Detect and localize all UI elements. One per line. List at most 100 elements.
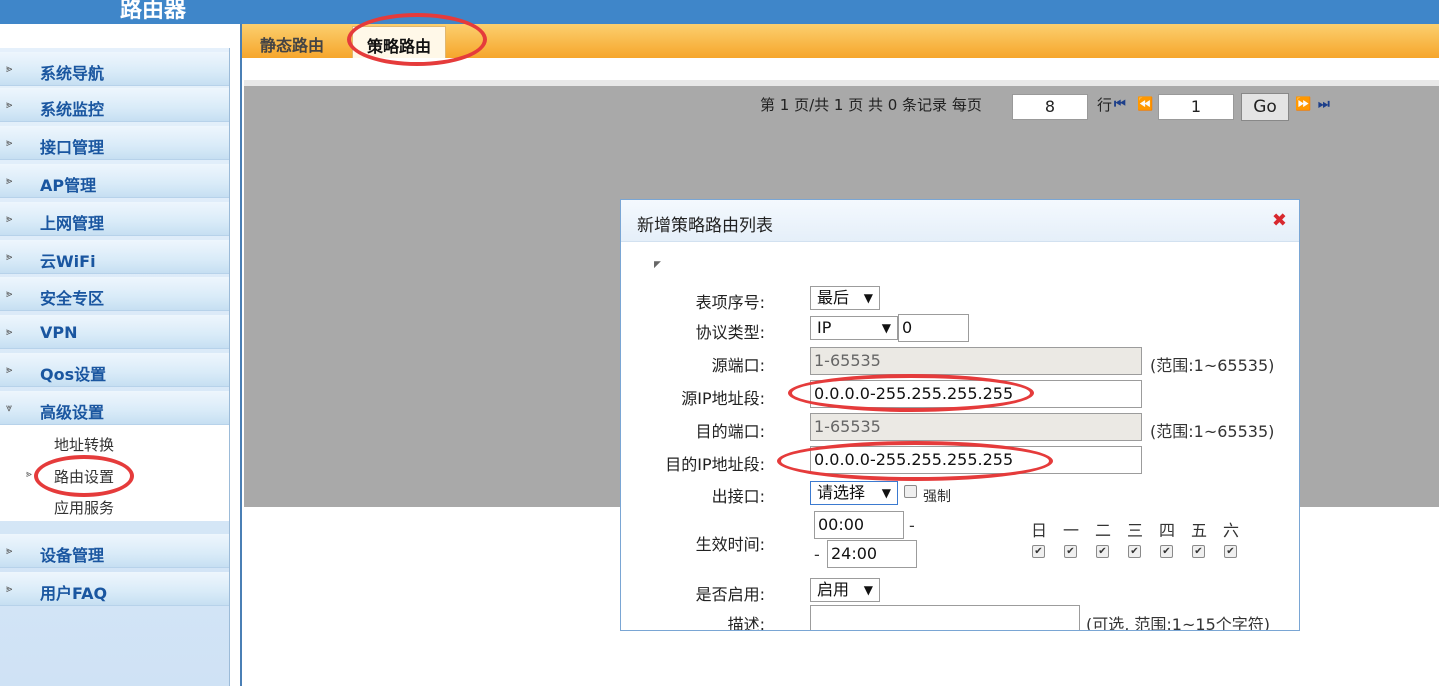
sidebar-item-label: Qos设置 bbox=[40, 365, 107, 384]
dialog-header: 新增策略路由列表 ✖ bbox=[621, 200, 1299, 242]
sidebar-item-label: 安全专区 bbox=[40, 289, 105, 308]
chevron-down-icon: ▼ bbox=[863, 291, 873, 305]
sidebar-subitem-nat[interactable]: 地址转换 bbox=[54, 434, 114, 455]
dst-ip-label: 目的IP地址段: bbox=[665, 455, 765, 474]
time-end-input[interactable]: 24:00 bbox=[827, 540, 917, 568]
sidebar-item-cloud-wifi[interactable]: ⪢ 云WiFi bbox=[0, 240, 229, 274]
src-port-label: 源端口: bbox=[711, 356, 765, 375]
highlight-oval-dst-ip bbox=[777, 441, 1053, 481]
sidebar-top-spacer bbox=[0, 24, 230, 48]
day-checkbox-mon[interactable]: ✔ bbox=[1064, 545, 1077, 558]
sidebar-item-label: VPN bbox=[40, 323, 78, 342]
highlight-oval-src-ip bbox=[788, 374, 1034, 412]
src-port-input[interactable]: 1-65535 bbox=[810, 347, 1142, 375]
chevron-down-icon: ▼ bbox=[881, 486, 891, 500]
dialog-title: 新增策略路由列表 bbox=[637, 216, 773, 236]
sidebar-item-ap[interactable]: ⪢ AP管理 bbox=[0, 164, 229, 198]
src-port-note: (范围:1~65535) bbox=[1150, 356, 1275, 375]
time-label: 生效时间: bbox=[695, 535, 765, 554]
protocol-select[interactable]: IP ▼ bbox=[810, 316, 898, 340]
sidebar-item-monitor[interactable]: ⪢ 系统监控 bbox=[0, 88, 229, 122]
force-label: 强制 bbox=[923, 489, 951, 505]
day-label-fri: 五 bbox=[1191, 521, 1208, 540]
sidebar-item-security[interactable]: ⪢ 安全专区 bbox=[0, 277, 229, 311]
day-checkbox-sat[interactable]: ✔ bbox=[1224, 545, 1237, 558]
time-dash-2: - bbox=[814, 545, 820, 564]
go-button[interactable]: Go bbox=[1241, 93, 1289, 121]
day-checkbox-tue[interactable]: ✔ bbox=[1096, 545, 1109, 558]
sidebar-item-label: 上网管理 bbox=[40, 214, 105, 233]
content-divider bbox=[240, 24, 242, 686]
out-interface-label: 出接口: bbox=[711, 487, 765, 506]
chevron-down-icon: ▼ bbox=[863, 583, 873, 597]
sidebar-item-label: 高级设置 bbox=[40, 403, 105, 422]
index-label: 表项序号: bbox=[695, 293, 765, 312]
highlight-oval-tab bbox=[347, 13, 487, 66]
pager-summary: 第 1 页/共 1 页 共 0 条记录 每页 bbox=[760, 96, 982, 114]
add-policy-route-dialog: 新增策略路由列表 ✖ ◤ 表项序号: 最后 ▼ 协议类型: IP ▼ 0 源端口… bbox=[620, 199, 1300, 631]
sidebar-item-advanced[interactable]: ⩔ 高级设置 bbox=[0, 391, 229, 425]
row-label: 行 bbox=[1097, 96, 1113, 114]
day-label-wed: 三 bbox=[1127, 521, 1144, 540]
sidebar-item-label: 设备管理 bbox=[40, 546, 105, 565]
expanded-arrow-icon: ⩔ bbox=[6, 401, 13, 414]
day-checkbox-thu[interactable]: ✔ bbox=[1160, 545, 1173, 558]
force-checkbox[interactable] bbox=[904, 485, 917, 498]
index-select[interactable]: 最后 ▼ bbox=[810, 286, 880, 310]
app-title: 路由器 bbox=[120, 0, 187, 23]
enable-select-value: 启用 bbox=[817, 580, 850, 599]
top-bar: 路由器 bbox=[0, 0, 1439, 24]
last-page-icon[interactable]: ⏭ bbox=[1318, 97, 1330, 112]
desc-label: 描述: bbox=[727, 615, 765, 631]
index-select-value: 最后 bbox=[817, 288, 850, 307]
tab-static-route[interactable]: 静态路由 bbox=[246, 26, 338, 58]
protocol-number-input[interactable]: 0 bbox=[898, 314, 969, 342]
close-icon[interactable]: ✖ bbox=[1272, 210, 1287, 231]
collapsed-arrow-icon: ⪢ bbox=[6, 98, 13, 111]
sidebar-item-label: 用户FAQ bbox=[40, 584, 108, 603]
page-number-input[interactable]: 1 bbox=[1158, 94, 1234, 120]
out-interface-value: 请选择 bbox=[817, 483, 866, 502]
enable-label: 是否启用: bbox=[695, 585, 765, 604]
sidebar-item-vpn[interactable]: ⪢ VPN bbox=[0, 315, 229, 349]
chevron-down-icon: ▼ bbox=[881, 321, 891, 335]
collapsed-arrow-icon: ⪢ bbox=[6, 363, 13, 376]
per-page-input[interactable]: 8 bbox=[1012, 94, 1088, 120]
src-ip-label: 源IP地址段: bbox=[681, 389, 765, 408]
sidebar-item-label: AP管理 bbox=[40, 176, 97, 195]
sidebar-item-faq[interactable]: ⪢ 用户FAQ bbox=[0, 572, 229, 606]
collapsed-arrow-icon: ⪢ bbox=[6, 544, 13, 557]
collapsed-arrow-icon: ⪢ bbox=[6, 325, 13, 338]
highlight-oval-route-settings bbox=[34, 455, 134, 497]
sidebar-item-device[interactable]: ⪢ 设备管理 bbox=[0, 534, 229, 568]
first-page-icon[interactable]: ⏮ bbox=[1114, 97, 1126, 112]
collapsed-arrow-icon: ⪢ bbox=[6, 582, 13, 595]
day-label-thu: 四 bbox=[1159, 521, 1176, 540]
sidebar-item-interface[interactable]: ⪢ 接口管理 bbox=[0, 126, 229, 160]
sidebar-subitem-app-services[interactable]: 应用服务 bbox=[54, 497, 114, 518]
dst-port-note: (范围:1~65535) bbox=[1150, 422, 1275, 441]
current-item-arrow-icon: ⪢ bbox=[26, 469, 32, 480]
sidebar-item-sysnav[interactable]: ⪢ 系统导航 bbox=[0, 52, 229, 86]
collapsed-arrow-icon: ⪢ bbox=[6, 136, 13, 149]
day-checkbox-sun[interactable]: ✔ bbox=[1032, 545, 1045, 558]
collapsed-arrow-icon: ⪢ bbox=[6, 212, 13, 225]
dst-port-input[interactable]: 1-65535 bbox=[810, 413, 1142, 441]
out-interface-select[interactable]: 请选择 ▼ bbox=[810, 481, 898, 505]
collapsed-arrow-icon: ⪢ bbox=[6, 287, 13, 300]
resize-icon: ◤ bbox=[654, 260, 661, 270]
desc-input[interactable] bbox=[810, 605, 1080, 630]
desc-note: (可选, 范围:1~15个字符) bbox=[1086, 615, 1270, 631]
enable-select[interactable]: 启用 ▼ bbox=[810, 578, 880, 602]
protocol-label: 协议类型: bbox=[695, 323, 765, 342]
prev-page-icon[interactable]: ⏪ bbox=[1137, 97, 1153, 112]
next-page-icon[interactable]: ⏩ bbox=[1295, 97, 1311, 112]
day-checkbox-fri[interactable]: ✔ bbox=[1192, 545, 1205, 558]
sidebar-item-qos[interactable]: ⪢ Qos设置 bbox=[0, 353, 229, 387]
dst-port-label: 目的端口: bbox=[695, 422, 765, 441]
day-label-tue: 二 bbox=[1095, 521, 1112, 540]
collapsed-arrow-icon: ⪢ bbox=[6, 174, 13, 187]
time-start-input[interactable]: 00:00 bbox=[814, 511, 904, 539]
day-checkbox-wed[interactable]: ✔ bbox=[1128, 545, 1141, 558]
sidebar-item-internet[interactable]: ⪢ 上网管理 bbox=[0, 202, 229, 236]
